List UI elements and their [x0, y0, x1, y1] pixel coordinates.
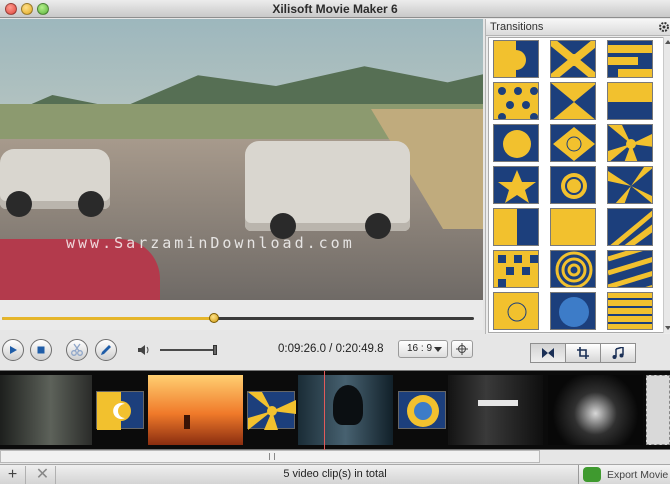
pencil-icon	[101, 345, 111, 355]
play-button[interactable]	[2, 339, 24, 361]
seek-knob[interactable]	[209, 313, 220, 323]
transition-tile[interactable]	[550, 250, 596, 288]
transition-tile[interactable]	[493, 82, 539, 120]
seek-progress	[2, 317, 215, 320]
current-time: 0:09:26.0	[278, 343, 326, 355]
transition-tile[interactable]	[607, 292, 653, 330]
tab-transitions[interactable]	[530, 343, 566, 363]
player-controls: 0:09:26.0 / 0:20:49.8 16 : 9	[0, 330, 483, 368]
export-movie-button[interactable]: Export Movie	[578, 465, 670, 484]
minimize-window-button[interactable]	[21, 3, 33, 15]
transition-tile[interactable]	[493, 124, 539, 162]
export-label: Export Movie	[607, 469, 669, 481]
timeline-playhead[interactable]	[324, 371, 325, 451]
transition-tile[interactable]	[550, 292, 596, 330]
seek-bar[interactable]	[0, 300, 483, 330]
seek-track[interactable]	[2, 313, 474, 323]
transitions-title: Transitions	[490, 21, 544, 33]
timeline-drop-slot[interactable]	[646, 375, 670, 445]
transition-tile[interactable]	[607, 124, 653, 162]
transition-tile[interactable]	[607, 208, 653, 246]
timeline-clip[interactable]	[0, 375, 92, 445]
timeline-clip[interactable]	[548, 375, 643, 445]
transition-tile[interactable]	[493, 250, 539, 288]
transitions-header: Transitions	[486, 19, 670, 36]
volume-slider[interactable]	[160, 345, 217, 355]
crop-icon	[577, 347, 589, 359]
volume-knob[interactable]	[213, 345, 217, 355]
aspect-ratio-value: 16 : 9	[407, 343, 433, 354]
transitions-grid	[488, 37, 664, 333]
timeline-transition[interactable]	[247, 391, 296, 430]
edit-button[interactable]	[95, 339, 117, 361]
transition-tile[interactable]	[607, 40, 653, 78]
time-separator: /	[329, 343, 333, 355]
transition-tile[interactable]	[493, 40, 539, 78]
music-icon	[612, 347, 624, 359]
transition-tile[interactable]	[493, 208, 539, 246]
transitions-panel: Transitions	[485, 19, 670, 334]
volume-icon[interactable]	[137, 344, 151, 356]
gear-icon[interactable]	[658, 21, 670, 33]
timeline-scrollbar[interactable]	[0, 450, 540, 463]
close-window-button[interactable]	[5, 3, 17, 15]
clip-count-status: 5 video clip(s) in total	[283, 468, 387, 480]
tab-crop[interactable]	[565, 343, 601, 363]
timeline-transition[interactable]	[398, 391, 446, 429]
timeline[interactable]	[0, 370, 670, 451]
crosshair-icon	[456, 343, 468, 355]
tool-tabs	[530, 343, 636, 363]
timeline-transition[interactable]	[96, 391, 144, 430]
title-bar: Xilisoft Movie Maker 6	[0, 0, 670, 18]
aspect-ratio-select[interactable]: 16 : 9	[398, 340, 448, 358]
tab-music[interactable]	[600, 343, 636, 363]
transition-tile[interactable]	[493, 166, 539, 204]
transition-tile[interactable]	[550, 124, 596, 162]
timeline-clip[interactable]	[448, 375, 543, 445]
split-button[interactable]	[66, 339, 88, 361]
scissors-icon	[71, 343, 83, 356]
export-icon	[583, 467, 601, 482]
scroll-thumb[interactable]	[269, 453, 275, 460]
transition-tile[interactable]	[550, 82, 596, 120]
transition-tile[interactable]	[550, 166, 596, 204]
app-window: Xilisoft Movie Maker 6 www.SarzaminDownl…	[0, 0, 670, 484]
transition-tile[interactable]	[493, 292, 539, 330]
stop-button[interactable]	[30, 339, 52, 361]
transition-tile[interactable]	[550, 40, 596, 78]
bottom-bar: + ✕ 5 video clip(s) in total Export Movi…	[0, 464, 670, 484]
transition-tile[interactable]	[607, 82, 653, 120]
video-preview[interactable]: www.SarzaminDownload.com	[0, 19, 483, 300]
stop-icon	[37, 346, 45, 354]
transition-tile[interactable]	[550, 208, 596, 246]
play-icon	[10, 346, 17, 354]
timeline-clip[interactable]	[298, 375, 393, 445]
preview-car-left	[0, 149, 110, 217]
transitions-scrollbar[interactable]	[663, 37, 670, 333]
snapshot-button[interactable]	[451, 340, 473, 358]
preview-car-right	[245, 141, 410, 239]
transition-tile[interactable]	[607, 250, 653, 288]
timeline-clip[interactable]	[148, 375, 243, 445]
watermark: www.SarzaminDownload.com	[66, 234, 355, 252]
total-time: 0:20:49.8	[335, 343, 384, 355]
scroll-up-icon[interactable]	[665, 40, 670, 44]
window-title: Xilisoft Movie Maker 6	[272, 2, 398, 16]
transition-tile[interactable]	[607, 166, 653, 204]
transition-tab-icon	[542, 348, 554, 358]
time-readout: 0:09:26.0 / 0:20:49.8	[278, 343, 384, 355]
chevron-down-icon	[434, 347, 442, 352]
zoom-window-button[interactable]	[37, 3, 49, 15]
scroll-down-icon[interactable]	[665, 326, 670, 330]
